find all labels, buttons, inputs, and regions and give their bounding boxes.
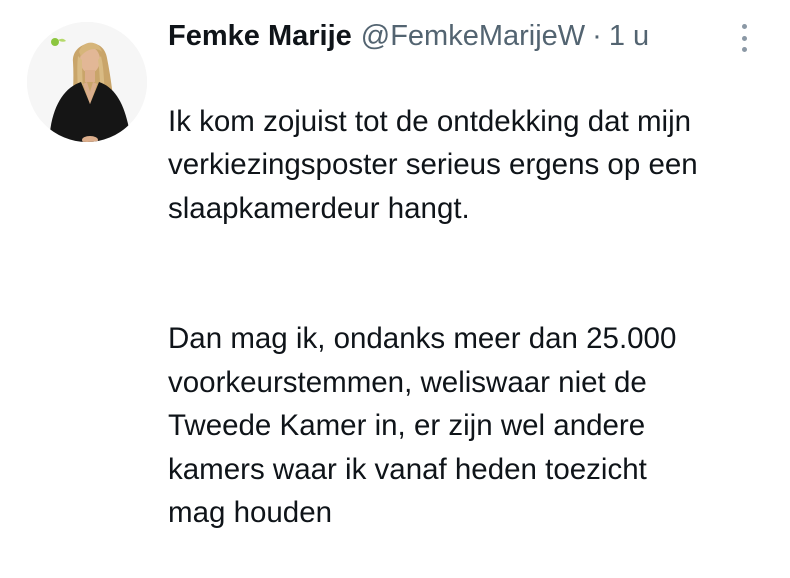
tweet-text: Ik kom zojuist tot de ontdekking dat mij… [168,56,768,578]
more-dot [741,35,747,41]
display-name[interactable]: Femke Marije [168,16,352,56]
timestamp[interactable]: 1 u [609,16,649,56]
tweet-header: Femke Marije @FemkeMarijeW · 1 u [168,16,730,56]
tweet[interactable]: Femke Marije @FemkeMarijeW · 1 u Ik kom … [0,0,790,529]
more-dot [741,24,747,29]
more-dot [741,47,747,52]
profile-photo-icon [27,22,147,142]
more-vertical-icon[interactable] [736,20,752,56]
user-handle[interactable]: @FemkeMarijeW [361,16,585,56]
tweet-paragraph: Ik kom zojuist tot de ontdekking dat mij… [168,104,698,225]
tweet-paragraph: Dan mag ik, ondanks meer dan 25.000 voor… [168,322,677,529]
avatar[interactable] [27,22,147,142]
separator-dot: · [592,20,602,52]
